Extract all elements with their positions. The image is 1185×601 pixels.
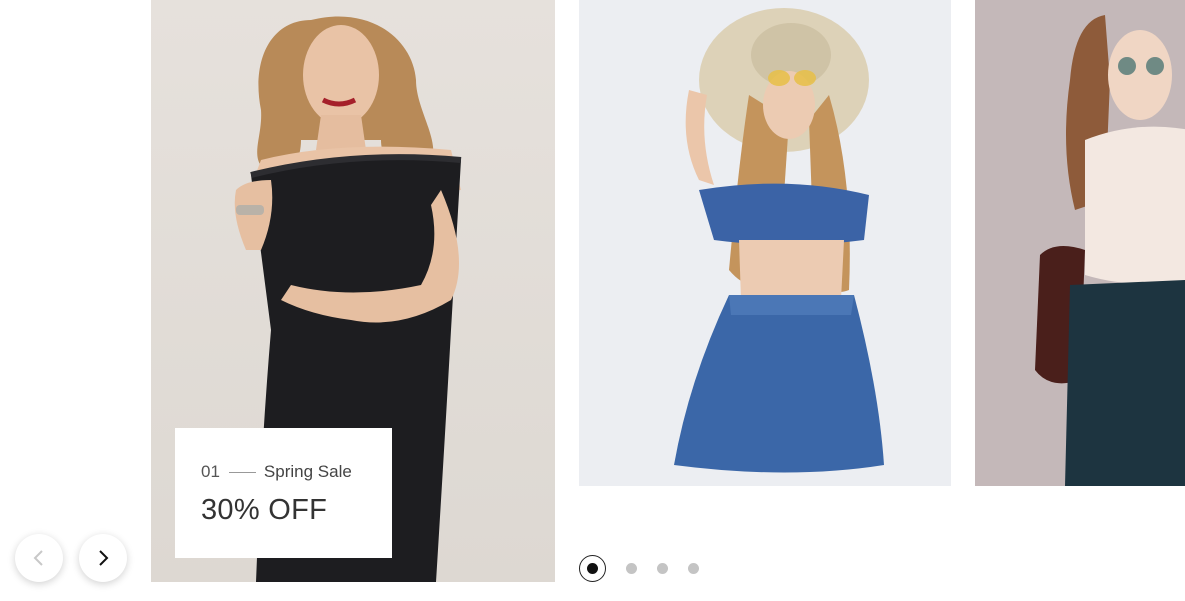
next-slide-button[interactable] [79, 534, 127, 582]
slide-number: 01 [201, 462, 220, 481]
chevron-right-icon [99, 550, 109, 566]
caption-header: 01 Spring Sale [201, 462, 366, 482]
slide-3[interactable] [975, 0, 1185, 486]
slide-offer: 30% OFF [201, 494, 328, 526]
pagination-dot-3[interactable] [657, 563, 668, 574]
pagination-dots [579, 555, 699, 582]
slide-caption-card: 01 Spring Sale 30% OFF [175, 428, 392, 558]
prev-slide-button[interactable] [15, 534, 63, 582]
pagination-dot-1[interactable] [579, 555, 606, 582]
model-photo-white-top [1035, 15, 1185, 486]
pagination-dot-2[interactable] [626, 563, 637, 574]
model-photo-denim-outfit [674, 8, 884, 473]
slide-title: Spring Sale [263, 462, 352, 481]
caption-divider [228, 471, 256, 473]
slide-2[interactable] [579, 0, 951, 486]
chevron-left-icon [33, 550, 43, 566]
pagination-dot-4[interactable] [688, 563, 699, 574]
